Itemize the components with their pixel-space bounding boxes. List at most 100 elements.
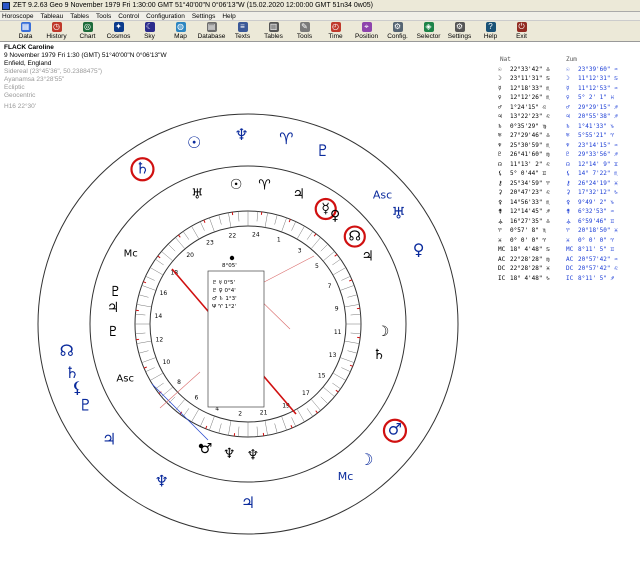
toolbar-exit-button[interactable]: ⏻ Exit [506, 21, 537, 42]
table-row: DC 22°28'28" ♓ DC 20°57'42" ♌ [498, 264, 640, 274]
menu-help[interactable]: Help [222, 13, 235, 20]
natal-glyph: ♇ [498, 151, 502, 158]
transit-planet-glyph: ♅ [392, 203, 406, 222]
toolbar-sky-button[interactable]: ☾ Sky [134, 21, 165, 42]
degree-tick [182, 231, 190, 240]
house-number: 3 [298, 247, 302, 254]
degree-tick [291, 221, 296, 231]
time-icon: ◴ [330, 22, 341, 32]
menu-control[interactable]: Control [118, 13, 139, 20]
degree-tick [138, 294, 149, 298]
transit-glyph: ⚸ [566, 170, 571, 177]
menu-configuration[interactable]: Configuration [146, 13, 185, 20]
toolbar-texts-button[interactable]: ≡ Texts [227, 21, 258, 42]
natal-position: 1°24'15" ♌ [510, 103, 547, 111]
transit-planet-glyph: ♆ [154, 471, 168, 490]
toolbar-label: Tables [264, 33, 283, 40]
table-row: ⚷ 25°34'59" ♈ ⚷ 26°24'19" ♓ [498, 179, 640, 189]
header-transit: Zum [566, 56, 577, 63]
transit-planet-glyph: ♇ [316, 141, 330, 160]
toolbar-history-button[interactable]: ◷ History [41, 21, 72, 42]
toolbar-cosmos-button[interactable]: ✦ Cosmos [103, 21, 134, 42]
natal-glyph: AC [498, 255, 506, 263]
toolbar-settings-button[interactable]: ⚙ Settings [444, 21, 475, 42]
transit-planet-glyph: ☊ [60, 341, 74, 360]
house-number: 12 [156, 337, 164, 344]
house-cusp-mark [157, 255, 161, 259]
menu-tableau[interactable]: Tableau [40, 13, 63, 20]
natal-position: 0° 0' 0" ♈ [510, 236, 547, 244]
toolbar-tools-button[interactable]: ✎ Tools [289, 21, 320, 42]
transit-position: 26°24'19" ♓ [578, 179, 618, 187]
transit-position: 11°12'31" ♋ [578, 75, 618, 82]
natal-position: 26°41'60" ♍ [510, 151, 550, 158]
chart-canvas: FLACK Caroline 9 November 1979 Fri 1:30 … [0, 42, 640, 562]
toolbar-map-button[interactable]: ◍ Map [165, 21, 196, 42]
toolbar-database-button[interactable]: ▤ Database [196, 21, 227, 42]
toolbar-data-button[interactable]: ▦ Data [10, 21, 41, 42]
degree-tick [264, 212, 268, 228]
transit-glyph: ♃ [566, 113, 570, 120]
degree-tick [256, 211, 259, 222]
table-row: ♆ 25°30'59" ♏ ♆ 23°14'15" ♒ [498, 141, 640, 151]
transit-planet-glyph: ♇ [78, 395, 92, 414]
toolbar-label: Data [18, 33, 33, 40]
degree-tick [175, 237, 186, 250]
degree-tick [344, 340, 360, 344]
menu-settings[interactable]: Settings [192, 13, 216, 20]
transit-planet-glyph: ♃ [241, 493, 255, 512]
transit-glyph: IC [566, 274, 574, 282]
natal-position: 25°34'59" ♈ [510, 179, 550, 187]
table-row: IC 18° 4'48" ♑ IC 8°11' 5" ♐ [498, 274, 640, 284]
toolbar-chart-button[interactable]: ◎ Chart [72, 21, 103, 42]
natal-planet-glyph: ♇ [107, 324, 120, 340]
house-cusp-mark [143, 281, 147, 284]
degree-tick [264, 420, 268, 436]
aspect-box-text: ♇ ♀ 0°4' [212, 287, 236, 294]
toolbar-label: Exit [516, 33, 527, 40]
config-icon: ⚙ [392, 22, 403, 32]
transit-position: 5° 2' 1" ♓ [578, 94, 615, 101]
toolbar-position-button[interactable]: ⌖ Position [351, 21, 382, 42]
toolbar-time-button[interactable]: ◴ Time [320, 21, 351, 42]
positions-table: Nat Zum ☉ 22°33'42" ♎ ☉ 23°39'60" ♒ ☽ 23°11'3… [498, 55, 640, 283]
aspect-line-square [151, 383, 209, 441]
toolbar-label: Map [174, 33, 187, 40]
toolbar-label: Sky [144, 33, 155, 40]
natal-glyph: IC [498, 274, 506, 282]
house-cusp-mark [334, 254, 338, 257]
natal-position: 0°35'29" ♍ [510, 122, 547, 130]
natal-glyph: ♃ [498, 113, 502, 120]
transit-glyph: ⚴ [566, 198, 571, 206]
table-row: ⚳ 20°47'23" ♌ ⚳ 17°32'12" ♑ [498, 188, 640, 198]
house-cusp-mark [178, 234, 181, 238]
transit-glyph: ⚷ [566, 179, 571, 187]
natal-glyph: ⚴ [498, 198, 503, 206]
degree-tick [322, 251, 335, 262]
table-row: ♂ 1°24'15" ♌ ♂ 29°29'15" ♐ [498, 103, 640, 113]
natal-position: 18° 4'48" ♋ [510, 246, 550, 253]
texts-icon: ≡ [237, 22, 248, 32]
degree-tick [320, 396, 329, 405]
natal-position: 5° 0'44" ♊ [510, 170, 547, 177]
degree-tick [191, 226, 200, 240]
house-cusp-mark [288, 219, 291, 223]
toolbar-config-button[interactable]: ⚙ Config. [382, 21, 413, 42]
toolbar-help-button[interactable]: ? Help [475, 21, 506, 42]
transit-planet-glyph: ♄ [135, 158, 149, 177]
transit-position: 29°33'56" ♐ [578, 151, 618, 158]
table-row: ♀ 12°12'26" ♏ ♀ 5° 2' 1" ♓ [498, 93, 640, 103]
toolbar-selector-button[interactable]: ◈ Selector [413, 21, 444, 42]
natal-glyph: ♅ [498, 132, 502, 139]
natal-planet-glyph: ♆ [246, 447, 259, 463]
menu-tables[interactable]: Tables [70, 13, 89, 20]
transit-glyph: ⚳ [566, 189, 571, 196]
table-row: ☽ 23°11'31" ♋ ☽ 11°12'31" ♋ [498, 74, 640, 84]
house-number: 16 [160, 290, 168, 297]
degree-tick [281, 217, 287, 232]
toolbar-label: Selector [416, 33, 441, 40]
menu-horoscope[interactable]: Horoscope [2, 13, 33, 20]
degree-tick [150, 372, 164, 381]
menu-tools[interactable]: Tools [96, 13, 111, 20]
toolbar-tables-button[interactable]: ▥ Tables [258, 21, 289, 42]
